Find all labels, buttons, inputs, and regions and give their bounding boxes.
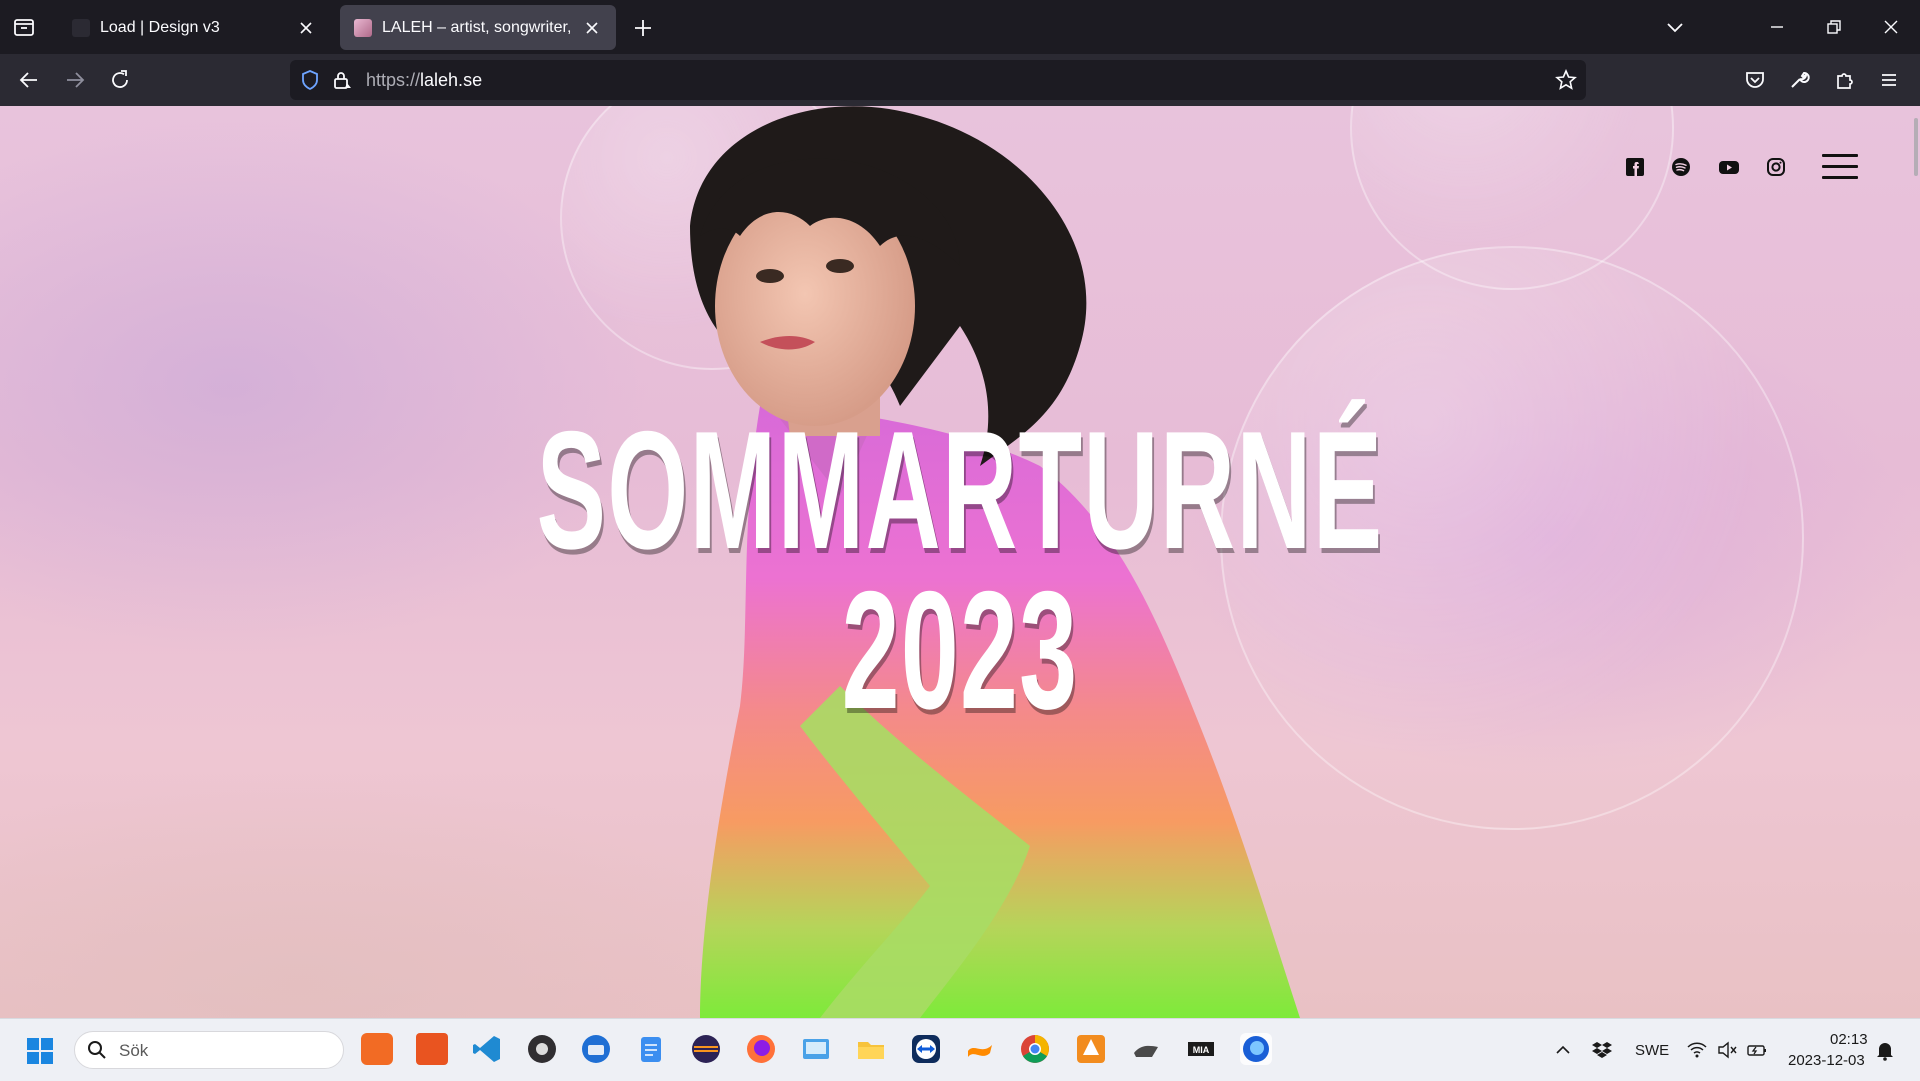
notepad-app-icon[interactable] [635, 1033, 667, 1065]
teamviewer-app-icon[interactable] [910, 1033, 942, 1065]
ubuntu-app-icon[interactable] [416, 1033, 448, 1065]
obs-app-icon[interactable] [526, 1033, 558, 1065]
firefox-app-icon[interactable] [745, 1033, 777, 1065]
wifi-icon[interactable] [1686, 1039, 1708, 1061]
wrench-icon[interactable] [1786, 67, 1812, 93]
tab-favicon [354, 18, 372, 37]
windows-start-icon[interactable] [26, 1037, 54, 1065]
tab-bar: Load | Design v3 LALEH – artist, songwri… [0, 0, 1920, 54]
navigation-toolbar: https://laleh.se [0, 54, 1920, 106]
forward-icon[interactable] [62, 67, 88, 93]
tab-load-design[interactable]: Load | Design v3 [58, 5, 330, 50]
svg-text:MIA: MIA [1193, 1045, 1210, 1055]
new-tab-icon[interactable] [630, 15, 656, 41]
inkscape-app-icon[interactable] [1130, 1033, 1162, 1065]
dropbox-icon[interactable] [1591, 1039, 1613, 1061]
firefox-developer-app-icon[interactable] [1240, 1033, 1272, 1065]
sublime-app-icon[interactable] [964, 1033, 996, 1065]
vscode-app-icon[interactable] [471, 1033, 503, 1065]
hero-title-line2: 2023 [841, 556, 1079, 744]
tab-laleh[interactable]: LALEH – artist, songwriter, musi [340, 5, 616, 50]
sourcetree-app-icon[interactable] [1075, 1033, 1107, 1065]
battery-icon[interactable] [1746, 1039, 1768, 1061]
hero-title-line1: SOMMARTURNÉ [536, 396, 1384, 584]
mia-app-icon[interactable]: MIA [1185, 1033, 1217, 1065]
chevron-up-icon[interactable] [1552, 1039, 1574, 1061]
control-panel-app-icon[interactable] [800, 1033, 832, 1065]
url-bar[interactable]: https://laleh.se [290, 60, 1586, 100]
menu-icon[interactable] [1876, 67, 1902, 93]
tab-title: Load | Design v3 [100, 18, 220, 36]
back-icon[interactable] [16, 67, 42, 93]
tab-favicon [72, 18, 90, 37]
hamburger-menu-button[interactable] [1822, 154, 1858, 180]
url-host: laleh.se [420, 70, 483, 90]
clock-time[interactable]: 02:13 [1830, 1031, 1868, 1048]
shield-icon[interactable] [298, 68, 322, 92]
youtube-icon[interactable] [1718, 156, 1740, 178]
search-placeholder: Sök [119, 1041, 149, 1060]
language-indicator[interactable]: SWE [1635, 1042, 1669, 1059]
spotify-icon[interactable] [1670, 156, 1692, 178]
clock-date[interactable]: 2023-12-03 [1788, 1052, 1865, 1069]
pocket-icon[interactable] [1742, 67, 1768, 93]
thunderbird-app-icon[interactable] [580, 1033, 612, 1065]
tab-title: LALEH – artist, songwriter, musi [382, 18, 574, 36]
url-text[interactable]: https://laleh.se [366, 70, 482, 91]
instagram-icon[interactable] [1765, 156, 1787, 178]
lock-icon[interactable] [330, 68, 354, 92]
windows-taskbar: Sök MIA SWE 02:13 2023-12-03 [0, 1018, 1920, 1081]
volume-muted-icon[interactable] [1716, 1039, 1738, 1061]
reload-icon[interactable] [107, 67, 133, 93]
taskbar-search-box[interactable]: Sök [74, 1031, 344, 1069]
search-icon [88, 1041, 106, 1059]
extensions-icon[interactable] [1832, 67, 1858, 93]
close-icon[interactable] [296, 18, 316, 38]
bookmark-star-icon[interactable] [1554, 68, 1578, 92]
file-explorer-app-icon[interactable] [855, 1033, 887, 1065]
url-protocol: https:// [366, 70, 421, 90]
notification-bell-icon[interactable] [1874, 1039, 1896, 1061]
eclipse-app-icon[interactable] [690, 1033, 722, 1065]
close-icon[interactable] [582, 18, 602, 38]
minimize-icon[interactable] [1764, 14, 1790, 40]
xampp-app-icon[interactable] [361, 1033, 393, 1065]
web-page: SOMMARTURNÉ 2023 [0, 106, 1920, 1018]
restore-icon[interactable] [1821, 14, 1847, 40]
window-close-icon[interactable] [1878, 14, 1904, 40]
chevron-down-icon[interactable] [1662, 14, 1688, 40]
tab-list-icon[interactable] [12, 15, 36, 39]
chrome-app-icon[interactable] [1019, 1033, 1051, 1065]
page-scrollbar[interactable] [1914, 118, 1918, 176]
facebook-icon[interactable] [1624, 156, 1646, 178]
